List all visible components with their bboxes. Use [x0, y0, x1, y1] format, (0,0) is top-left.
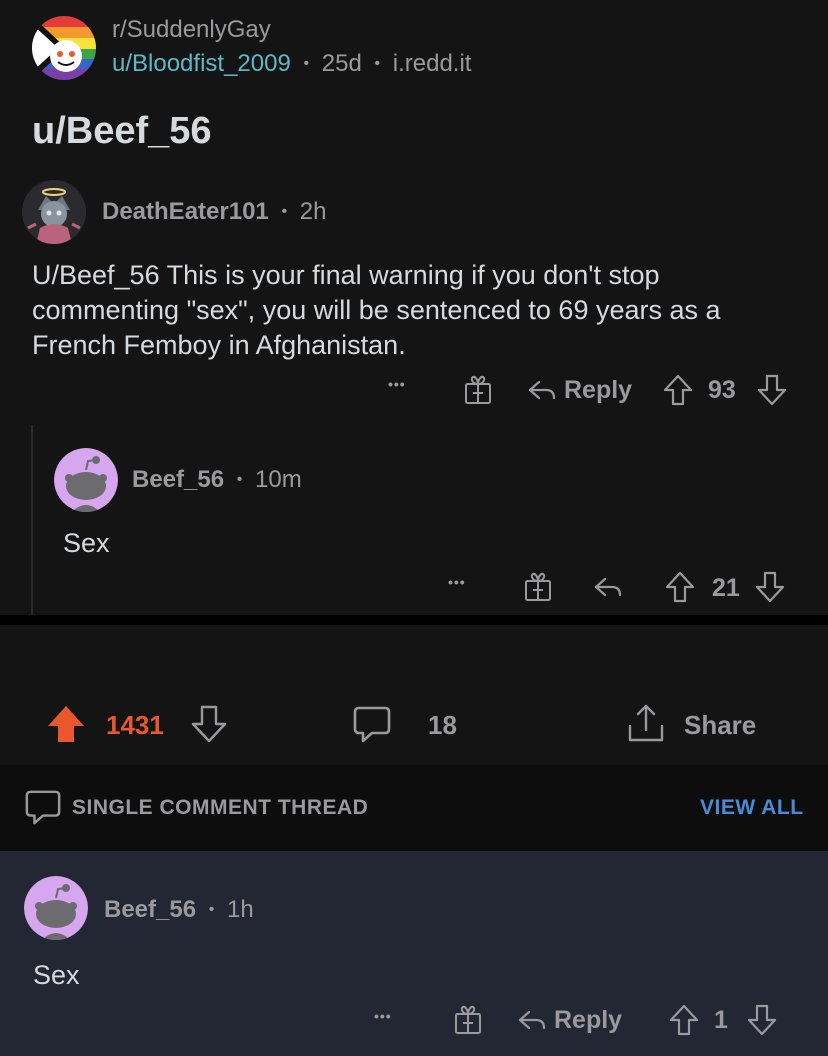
comment-author[interactable]: DeathEater101 [102, 198, 269, 225]
upvote-arrow-icon [663, 374, 693, 406]
reply-arrow-icon [528, 380, 556, 400]
award-gift-icon [465, 375, 491, 404]
comment-score: 21 [712, 574, 740, 602]
more-options-button[interactable]: ••• [448, 574, 466, 590]
subreddit-avatar-icon[interactable] [32, 16, 96, 80]
upvote-arrow-icon [669, 1004, 699, 1036]
meta-separator: • [303, 55, 310, 72]
comment-count: 18 [428, 710, 457, 740]
comment-age: 1h [227, 896, 254, 923]
share-button[interactable] [626, 702, 666, 744]
post-upvote-button[interactable] [46, 704, 86, 744]
comment-body: U/Beef_56 This is your final warning if … [32, 260, 721, 360]
comment-author[interactable]: Beef_56 [132, 466, 224, 493]
share-icon [628, 704, 664, 742]
highlighted-comment [0, 851, 828, 1056]
downvote-arrow-icon [191, 705, 227, 743]
upvote-arrow-icon [48, 706, 84, 742]
reply-button[interactable] [592, 571, 624, 603]
comment-score: 93 [708, 376, 736, 404]
downvote-arrow-icon [747, 1004, 777, 1036]
comment-meta: Beef_56 • 1h [104, 896, 254, 924]
commenter-avatar[interactable] [22, 180, 86, 244]
post-domain[interactable]: i.redd.it [393, 50, 472, 77]
thread-line[interactable] [31, 425, 33, 615]
award-gift-icon [455, 1005, 481, 1034]
more-options-button[interactable]: ••• [374, 1008, 392, 1024]
comment-score: 1 [714, 1006, 728, 1034]
meta-separator: • [374, 55, 381, 72]
post-downvote-button[interactable] [190, 704, 228, 744]
commenter-avatar[interactable] [54, 448, 118, 512]
meta-separator: • [236, 471, 243, 488]
upvote-button[interactable] [664, 570, 696, 604]
meta-separator: • [208, 901, 215, 918]
post-score: 1431 [106, 710, 164, 740]
post-author-link[interactable]: u/Bloodfist_2009 [112, 50, 291, 77]
single-thread-label: SINGLE COMMENT THREAD [72, 796, 369, 819]
reply-label: Reply [564, 375, 633, 404]
comment-author[interactable]: Beef_56 [104, 896, 196, 923]
comments-button[interactable] [352, 704, 392, 744]
post-title: u/Beef_56 [32, 110, 212, 152]
reply-button[interactable]: Reply [516, 1004, 622, 1036]
more-options-icon: ••• [448, 574, 466, 590]
reply-button[interactable]: Reply [526, 374, 632, 406]
award-button[interactable] [522, 571, 554, 603]
reply-arrow-icon [518, 1010, 546, 1030]
meta-separator: • [281, 203, 288, 220]
reply-label: Reply [554, 1005, 623, 1034]
comment-age: 10m [255, 466, 302, 493]
downvote-button[interactable] [756, 373, 788, 407]
comment-bubble-icon [24, 788, 62, 826]
more-options-icon: ••• [388, 376, 406, 392]
post-age: 25d [321, 50, 362, 77]
more-options-icon: ••• [374, 1008, 392, 1024]
section-divider [0, 615, 828, 625]
comment-meta: DeathEater101 • 2h [102, 198, 326, 226]
comment-meta: Beef_56 • 10m [132, 466, 302, 494]
more-options-button[interactable]: ••• [388, 376, 406, 392]
subreddit-name[interactable]: r/SuddenlyGay [112, 16, 271, 44]
award-button[interactable] [452, 1004, 484, 1036]
upvote-button[interactable] [668, 1003, 700, 1037]
share-label[interactable]: Share [684, 710, 756, 741]
post-meta: u/Bloodfist_2009 • 25d • i.redd.it [112, 50, 471, 78]
downvote-arrow-icon [755, 571, 785, 603]
comment-bubble-icon [353, 706, 391, 743]
downvote-button[interactable] [746, 1003, 778, 1037]
commenter-avatar[interactable] [24, 876, 88, 940]
award-button[interactable] [462, 374, 494, 406]
upvote-button[interactable] [662, 373, 694, 407]
award-gift-icon [525, 572, 551, 601]
post-action-bar [0, 625, 828, 765]
downvote-arrow-icon [757, 374, 787, 406]
comment-body: Sex [33, 960, 80, 990]
view-all-button[interactable]: VIEW ALL [700, 796, 804, 820]
comment-body: Sex [63, 528, 110, 558]
upvote-arrow-icon [665, 571, 695, 603]
downvote-button[interactable] [754, 570, 786, 604]
reply-arrow-icon [594, 577, 622, 597]
comment-age: 2h [299, 198, 327, 225]
